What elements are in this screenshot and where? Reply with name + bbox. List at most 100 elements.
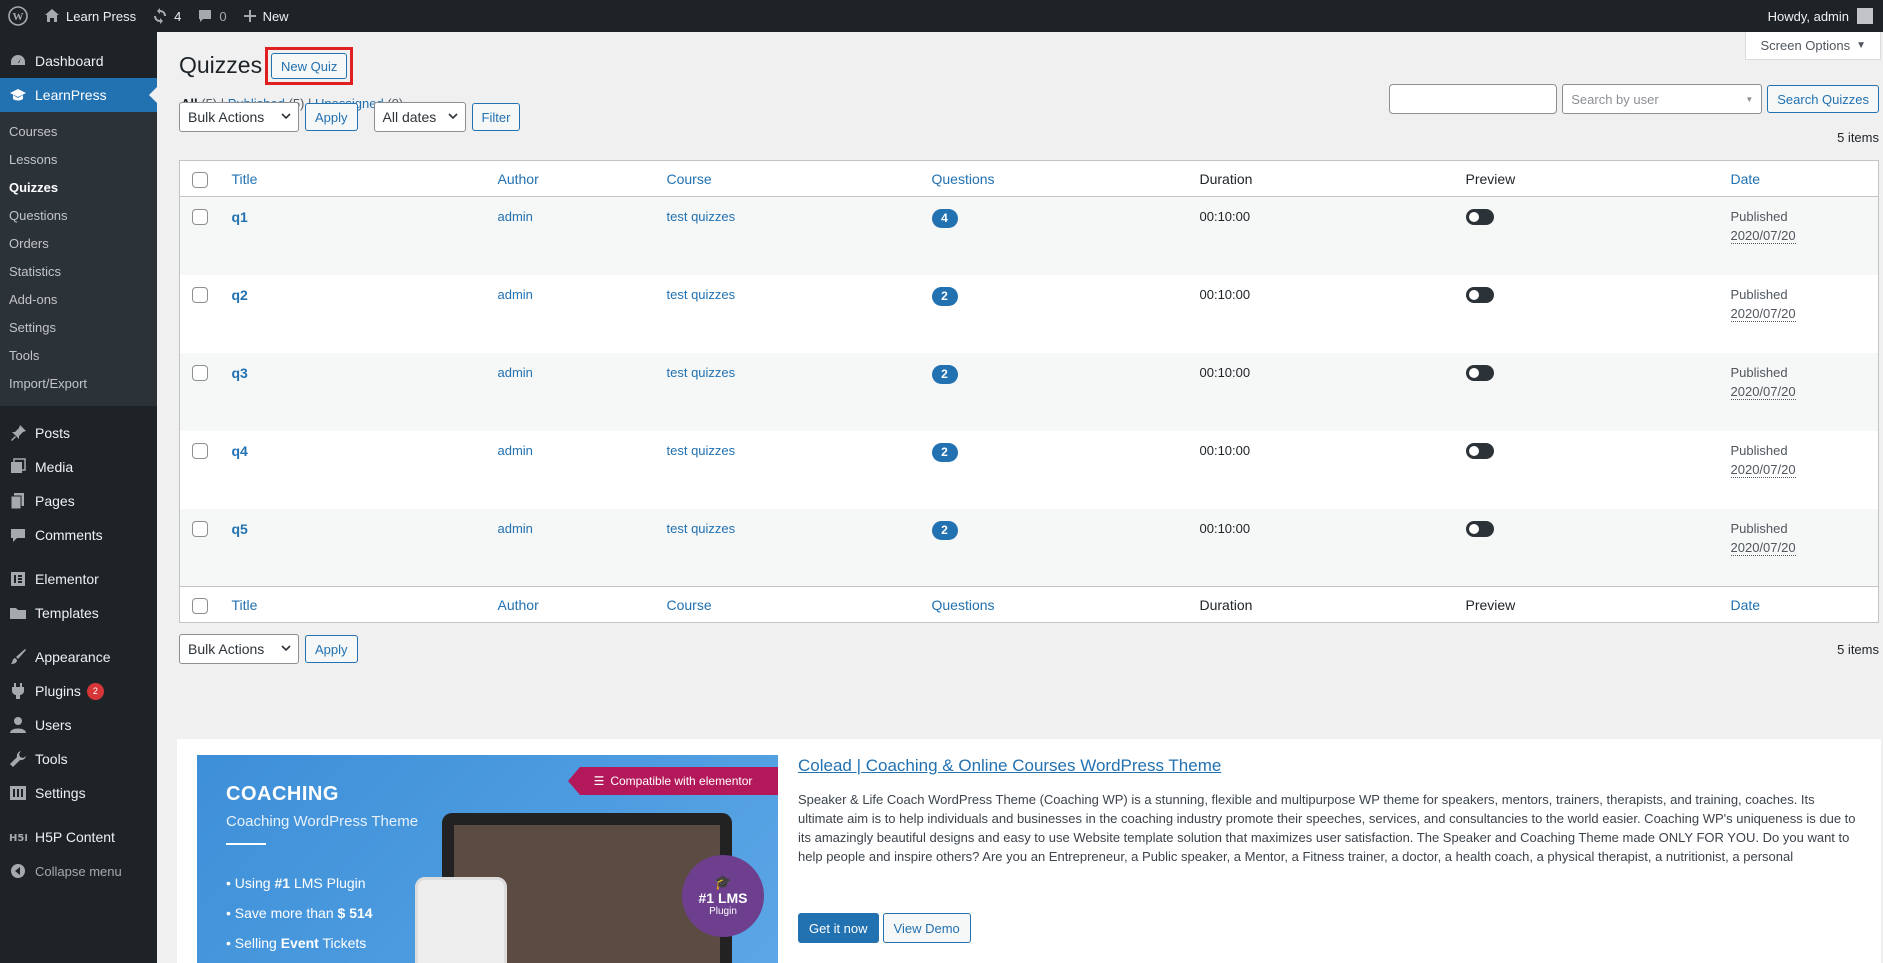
submenu-tools[interactable]: Tools (0, 342, 157, 370)
tablenav-top: Bulk Actions Apply All dates Filter (179, 102, 521, 132)
menu-pages[interactable]: Pages (0, 484, 157, 518)
preview-toggle[interactable] (1465, 286, 1494, 303)
course-link[interactable]: test quizzes (667, 365, 736, 380)
menu-users[interactable]: Users (0, 708, 157, 742)
quiz-title-link[interactable]: q4 (232, 443, 248, 459)
search-quizzes-button[interactable]: Search Quizzes (1767, 85, 1879, 113)
apply-button[interactable]: Apply (305, 103, 358, 131)
new-quiz-button[interactable]: New Quiz (271, 53, 348, 79)
collapse-menu-button[interactable]: Collapse menu (0, 854, 157, 888)
search-by-user-select[interactable]: Search by user ▼ (1562, 84, 1763, 114)
submenu-questions[interactable]: Questions (0, 202, 157, 230)
promo-banner-image[interactable]: ☰ Compatible with elementor COACHING Coa… (197, 755, 778, 963)
submenu-courses[interactable]: Courses (0, 118, 157, 146)
menu-settings[interactable]: Settings (0, 776, 157, 810)
publish-status: Published (1730, 520, 1788, 536)
select-all-checkbox[interactable] (192, 171, 208, 188)
submenu-addons[interactable]: Add-ons (0, 286, 157, 314)
get-it-now-button[interactable]: Get it now (798, 913, 879, 943)
bulk-actions-select[interactable]: Bulk Actions (179, 634, 299, 664)
submenu-lessons[interactable]: Lessons (0, 146, 157, 174)
menu-media[interactable]: Media (0, 450, 157, 484)
submenu-settings[interactable]: Settings (0, 314, 157, 342)
submenu-statistics[interactable]: Statistics (0, 258, 157, 286)
menu-dashboard[interactable]: Dashboard (0, 44, 157, 78)
comments-link[interactable]: 0 (189, 0, 234, 32)
menu-comments[interactable]: Comments (0, 518, 157, 552)
course-link[interactable]: test quizzes (667, 287, 736, 302)
cell-author: admin (490, 509, 659, 587)
menu-h5p[interactable]: H5P H5P Content (0, 820, 157, 854)
author-link[interactable]: admin (498, 209, 533, 224)
duration-value: 00:10:00 (1199, 442, 1251, 458)
quiz-title-link[interactable]: q3 (232, 365, 248, 381)
author-link[interactable]: admin (498, 521, 533, 536)
column-questions[interactable]: Questions (923, 160, 1192, 197)
menu-elementor[interactable]: Elementor (0, 562, 157, 596)
wordpress-logo-icon[interactable]: W (0, 0, 36, 32)
column-course[interactable]: Course (658, 586, 924, 623)
submenu-import-export[interactable]: Import/Export (0, 370, 157, 398)
cell-author: admin (490, 275, 659, 353)
preview-toggle[interactable] (1465, 209, 1494, 225)
column-author[interactable]: Author (489, 586, 659, 623)
new-content-link[interactable]: New (235, 0, 297, 32)
menu-plugins[interactable]: Plugins 2 (0, 674, 157, 708)
menu-templates[interactable]: Templates (0, 596, 157, 630)
questions-count-badge[interactable]: 4 (931, 209, 958, 228)
column-date[interactable]: Date (1722, 160, 1879, 197)
screen-options-toggle[interactable]: Screen Options ▼ (1745, 32, 1881, 60)
bullet-bold: $ 514 (337, 905, 373, 921)
bulk-actions-select[interactable]: Bulk Actions (179, 102, 299, 132)
row-checkbox[interactable] (192, 442, 208, 459)
column-author[interactable]: Author (489, 160, 659, 197)
column-date[interactable]: Date (1722, 586, 1879, 623)
preview-toggle[interactable] (1465, 442, 1494, 459)
author-link[interactable]: admin (498, 287, 533, 302)
course-link[interactable]: test quizzes (667, 443, 736, 458)
menu-learnpress[interactable]: LearnPress (0, 78, 157, 112)
preview-toggle[interactable] (1465, 520, 1494, 537)
column-questions[interactable]: Questions (923, 586, 1192, 623)
questions-count-badge[interactable]: 2 (931, 442, 958, 462)
row-checkbox[interactable] (192, 209, 208, 225)
avatar[interactable] (1857, 8, 1873, 24)
select-all-checkbox[interactable] (192, 597, 208, 614)
phone-mockup (415, 877, 507, 963)
course-link[interactable]: test quizzes (667, 521, 736, 536)
quiz-title-link[interactable]: q2 (232, 287, 248, 303)
column-title[interactable]: Title (223, 160, 490, 197)
column-title[interactable]: Title (223, 586, 490, 623)
author-link[interactable]: admin (498, 443, 533, 458)
search-input[interactable] (1389, 84, 1558, 114)
cell-course: test quizzes (659, 431, 924, 509)
quiz-title-link[interactable]: q5 (232, 521, 248, 537)
questions-count-badge[interactable]: 2 (931, 286, 958, 306)
site-name-link[interactable]: Learn Press (36, 0, 144, 32)
quiz-title-link[interactable]: q1 (232, 209, 248, 225)
row-checkbox[interactable] (192, 364, 208, 381)
menu-posts[interactable]: Posts (0, 416, 157, 450)
cell-date: Published 2020/07/20 (1723, 353, 1879, 431)
filter-button[interactable]: Filter (471, 103, 521, 131)
questions-count-badge[interactable]: 2 (931, 364, 958, 384)
elementor-ribbon: ☰ Compatible with elementor (568, 767, 778, 795)
column-course[interactable]: Course (658, 160, 924, 197)
submenu-quizzes[interactable]: Quizzes (0, 174, 157, 202)
submenu-orders[interactable]: Orders (0, 230, 157, 258)
apply-button[interactable]: Apply (305, 635, 358, 663)
view-demo-button[interactable]: View Demo (882, 913, 971, 943)
publish-date: 2020/07/20 (1730, 461, 1796, 478)
course-link[interactable]: test quizzes (667, 209, 736, 224)
preview-toggle[interactable] (1465, 364, 1494, 381)
questions-count-badge[interactable]: 2 (931, 520, 958, 540)
menu-tools[interactable]: Tools (0, 742, 157, 776)
author-link[interactable]: admin (498, 365, 533, 380)
row-checkbox[interactable] (192, 520, 208, 537)
menu-appearance[interactable]: Appearance (0, 640, 157, 674)
howdy-link[interactable]: Howdy, admin (1768, 9, 1849, 24)
row-checkbox[interactable] (192, 286, 208, 303)
updates-link[interactable]: 4 (144, 0, 189, 32)
promo-theme-title-link[interactable]: Colead | Coaching & Online Courses WordP… (798, 756, 1221, 776)
date-filter-select[interactable]: All dates (373, 102, 466, 132)
